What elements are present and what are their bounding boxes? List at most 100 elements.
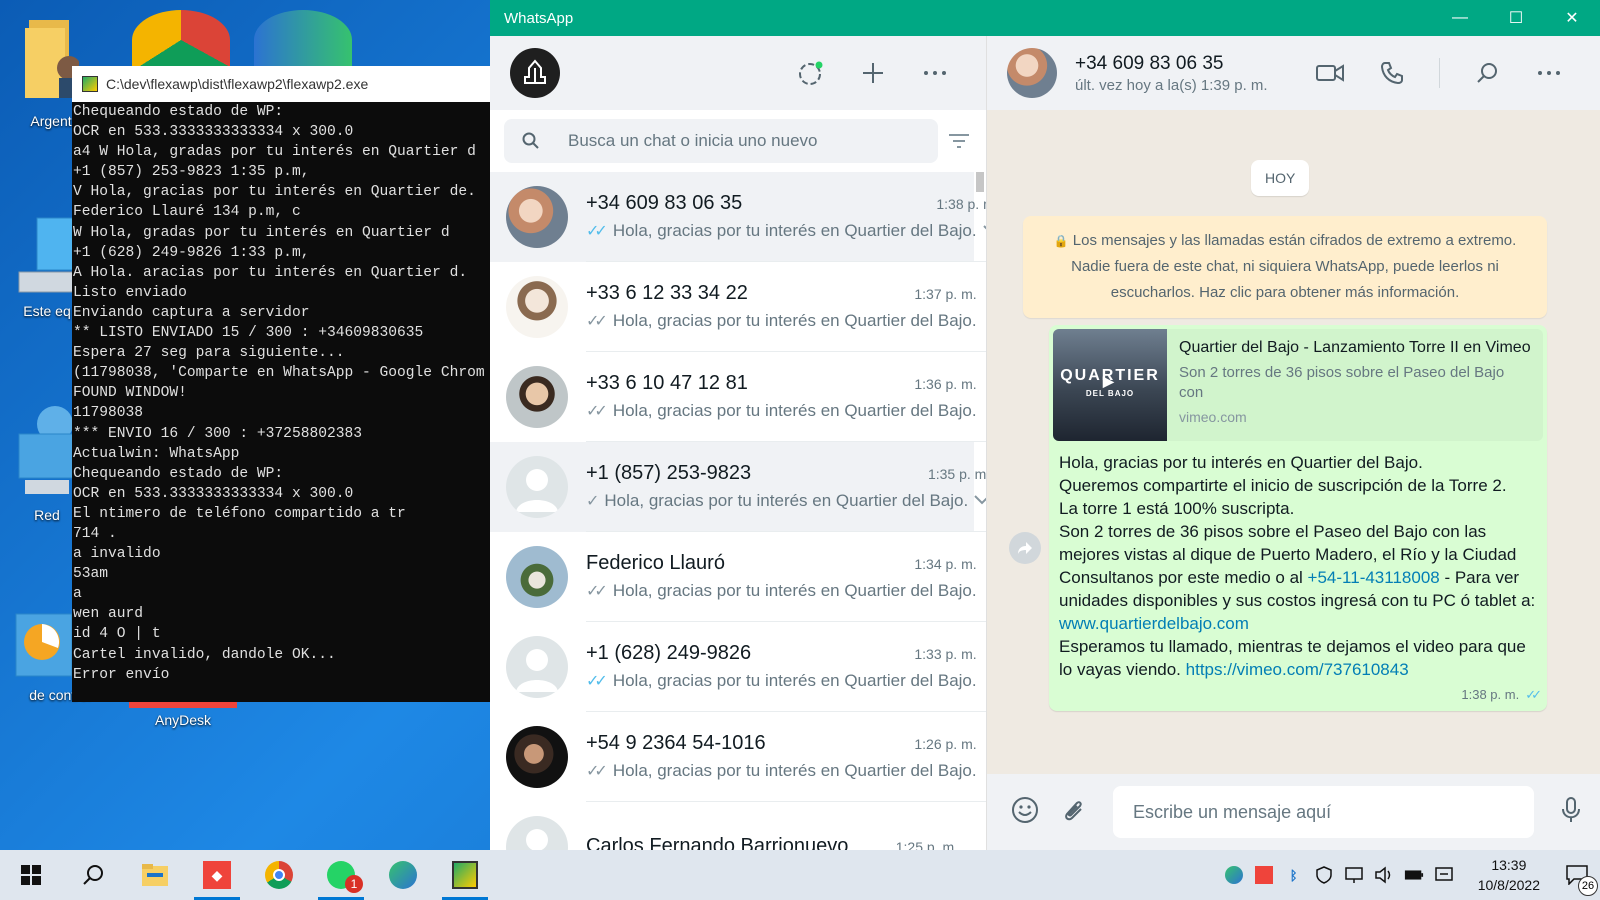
- message-line: Son 2 torres de 36 pisos sobre el Paseo …: [1059, 522, 1517, 564]
- console-line: a: [73, 586, 82, 603]
- chevron-down-icon[interactable]: [968, 492, 986, 510]
- conversation-header[interactable]: +34 609 83 06 35 últ. vez hoy a la(s) 1:…: [987, 36, 1600, 110]
- whatsapp-titlebar[interactable]: WhatsApp — ☐ ✕: [490, 0, 1600, 36]
- chat-avatar[interactable]: [506, 366, 568, 428]
- menu-button[interactable]: [904, 53, 966, 93]
- desktop-icon-label: Este eq: [23, 303, 71, 319]
- console-line: OCR en 533.3333333333334 x 300.0: [73, 124, 354, 141]
- close-button[interactable]: ✕: [1544, 0, 1600, 36]
- console-line: wen aurd: [73, 606, 144, 623]
- clock[interactable]: 13:39 10/8/2022: [1478, 855, 1540, 895]
- taskbar-file-explorer[interactable]: [124, 850, 186, 900]
- chat-time: 1:37 p. m.: [914, 285, 977, 302]
- console-line: Listo enviado: [73, 284, 187, 301]
- defender-shield-icon[interactable]: [1314, 865, 1334, 885]
- console-titlebar[interactable]: C:\dev\flexawp\dist\flexawp2\flexawp2.ex…: [72, 66, 492, 102]
- minimize-button[interactable]: —: [1432, 0, 1488, 36]
- battery-icon[interactable]: [1404, 865, 1424, 885]
- tray-anydesk-icon[interactable]: [1254, 865, 1274, 885]
- conversation-menu-button[interactable]: [1518, 53, 1580, 93]
- search-input[interactable]: Busca un chat o inicia uno nuevo: [504, 119, 938, 163]
- chat-list[interactable]: +34 609 83 06 351:38 p. m.✓✓Hola, gracia…: [490, 172, 986, 850]
- notification-center-button[interactable]: 26: [1562, 860, 1598, 896]
- microphone-icon: [1562, 796, 1580, 822]
- chat-name: +33 6 10 47 12 81: [586, 372, 748, 394]
- chat-list-item[interactable]: +1 (628) 249-9826 1:33 p. m. ✓✓ Hola, graci…: [490, 622, 986, 712]
- whatsapp-window: WhatsApp — ☐ ✕ Busca un chat o inicia un…: [490, 0, 1600, 850]
- phone-icon: [1380, 62, 1403, 85]
- taskbar-python-console[interactable]: [434, 850, 496, 900]
- profile-avatar[interactable]: [510, 48, 560, 98]
- new-chat-button[interactable]: [842, 53, 904, 93]
- chevron-down-icon[interactable]: [977, 222, 986, 240]
- video-call-button[interactable]: [1299, 53, 1361, 93]
- chat-list-item[interactable]: Federico Llauró 1:34 p. m. ✓✓ Hola, gracias…: [490, 532, 986, 622]
- chat-avatar[interactable]: [506, 726, 568, 788]
- website-link[interactable]: www.quartierdelbajo.com: [1059, 614, 1249, 633]
- edge-desktop-icon[interactable]: [254, 10, 352, 70]
- read-ticks-icon: ✓✓: [1525, 687, 1542, 702]
- maximize-button[interactable]: ☐: [1488, 0, 1544, 36]
- network-icon[interactable]: [1344, 865, 1364, 885]
- taskbar: ◆ 1 ᛒ 13:39 10/8/2022 26: [0, 850, 1600, 900]
- chat-list-item[interactable]: +1 (857) 253-9823 1:35 p. m. ✓ Hola, gracia…: [490, 442, 986, 532]
- chat-list-item[interactable]: +33 6 10 47 12 81 1:36 p. m. ✓✓ Hola, graci…: [490, 352, 986, 442]
- taskbar-edge[interactable]: [372, 850, 434, 900]
- chat-avatar[interactable]: [506, 816, 568, 850]
- status-icon: [799, 61, 823, 85]
- attach-button[interactable]: [1061, 797, 1087, 828]
- scrollbar-thumb[interactable]: [976, 172, 984, 192]
- anydesk-icon: ◆: [203, 861, 231, 889]
- chat-list-item[interactable]: +33 6 12 33 34 22 1:37 p. m. ✓✓ Hola, graci…: [490, 262, 986, 352]
- bluetooth-icon[interactable]: ᛒ: [1284, 865, 1304, 885]
- message-bubble[interactable]: QUARTIER DEL BAJO ▶ Quartier del Bajo - …: [1049, 325, 1547, 711]
- chat-avatar[interactable]: [506, 186, 568, 248]
- start-button[interactable]: [0, 850, 62, 900]
- video-link[interactable]: https://vimeo.com/737610843: [1186, 660, 1409, 679]
- emoji-button[interactable]: [1011, 796, 1039, 829]
- chat-time: 1:33 p. m.: [914, 645, 977, 662]
- paperclip-icon: [1065, 800, 1082, 820]
- taskbar-anydesk[interactable]: ◆: [186, 850, 248, 900]
- search-chat-button[interactable]: [1456, 53, 1518, 93]
- volume-icon[interactable]: [1374, 865, 1394, 885]
- notification-count: 26: [1578, 876, 1598, 896]
- encryption-notice[interactable]: 🔒 Los mensajes y las llamadas están cifr…: [1023, 216, 1547, 318]
- phone-link[interactable]: +54-11-43118008: [1308, 568, 1440, 587]
- chat-avatar[interactable]: [506, 636, 568, 698]
- last-seen-status: últ. vez hoy a la(s) 1:39 p. m.: [1075, 76, 1268, 94]
- plus-icon: [863, 63, 883, 83]
- taskbar-whatsapp[interactable]: 1: [310, 850, 372, 900]
- window-title: WhatsApp: [504, 9, 574, 27]
- message-area[interactable]: HOY 🔒 Los mensajes y las llamadas están …: [987, 110, 1600, 774]
- default-avatar-icon: [526, 829, 548, 850]
- console-line: +1 (857) 253-9823 1:35 p.m,: [73, 164, 310, 181]
- chrome-desktop-icon[interactable]: [132, 10, 230, 70]
- chat-avatar[interactable]: [506, 276, 568, 338]
- message-input[interactable]: Escribe un mensaje aquí: [1113, 786, 1534, 838]
- console-line: 714 .: [73, 525, 117, 542]
- desktop-icon-network[interactable]: Red: [14, 404, 80, 523]
- voice-call-button[interactable]: [1361, 53, 1423, 93]
- user-logo-icon: [524, 59, 546, 84]
- console-line: Chequeando estado de WP:: [73, 104, 284, 120]
- chat-list-item[interactable]: Carlos Fernando Barrionuevo 1:25 p. m.: [490, 802, 974, 850]
- forward-button[interactable]: [1009, 532, 1041, 564]
- tray-edge-icon[interactable]: [1224, 865, 1244, 885]
- contact-avatar[interactable]: [1007, 48, 1057, 98]
- message-line: Consultanos por este medio o al +54-11-4…: [1059, 566, 1537, 635]
- chat-avatar[interactable]: [506, 546, 568, 608]
- taskbar-chrome[interactable]: [248, 850, 310, 900]
- chat-name: +1 (628) 249-9826: [586, 642, 752, 664]
- link-preview[interactable]: QUARTIER DEL BAJO ▶ Quartier del Bajo - …: [1053, 329, 1543, 441]
- status-button[interactable]: [780, 53, 842, 93]
- voice-message-button[interactable]: [1560, 796, 1582, 829]
- chat-list-item[interactable]: +34 609 83 06 35 1:38 p. m. ✓✓Hola, gracia…: [490, 172, 986, 262]
- chat-avatar[interactable]: [506, 456, 568, 518]
- chat-time: 1:36 p. m.: [914, 375, 977, 392]
- console-window[interactable]: C:\dev\flexawp\dist\flexawp2\flexawp2.ex…: [72, 66, 492, 702]
- display-icon[interactable]: [1434, 865, 1454, 885]
- filter-icon[interactable]: [948, 133, 970, 149]
- chat-list-item[interactable]: +54 9 2364 54-1016 1:26 p. m. ✓✓ Hola, grac…: [490, 712, 986, 802]
- taskbar-search-button[interactable]: [62, 850, 124, 900]
